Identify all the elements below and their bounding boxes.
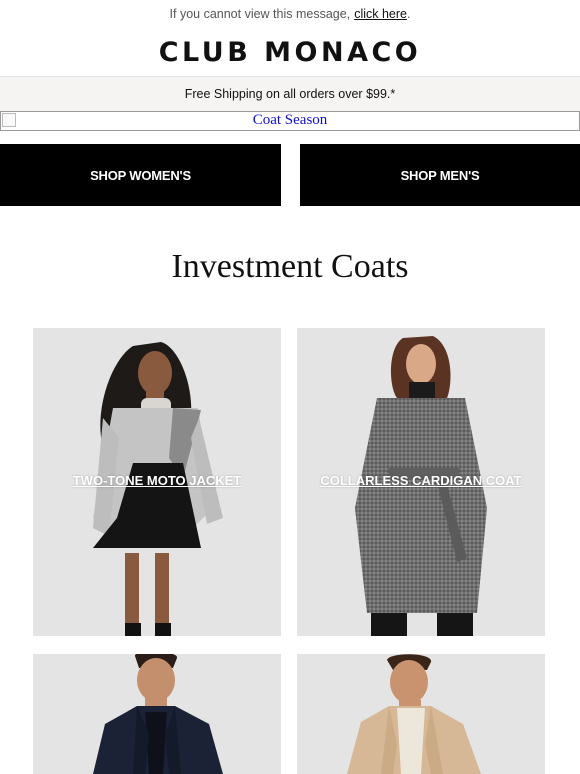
product-tile-cardigan-coat[interactable]: COLLARLESS CARDIGAN COAT — [297, 328, 545, 636]
shipping-banner: Free Shipping on all orders over $99.* — [0, 76, 580, 112]
view-online-link[interactable]: click here — [354, 7, 407, 21]
product-label-cardigan-coat[interactable]: COLLARLESS CARDIGAN COAT — [297, 473, 545, 488]
hero-image[interactable]: Coat Season — [0, 111, 580, 131]
product-tile-moto-jacket[interactable]: TWO-TONE MOTO JACKET — [33, 328, 281, 636]
preheader: If you cannot view this message, click h… — [0, 0, 580, 28]
product-image-mens-navy-coat — [33, 654, 281, 774]
brand-logo[interactable]: CLUB MONACO — [0, 28, 580, 76]
preheader-end: . — [406, 7, 411, 21]
product-tile-mens-navy-coat[interactable] — [33, 654, 281, 774]
shop-mens-button[interactable]: SHOP MEN'S — [300, 144, 580, 206]
preheader-text: If you cannot view this message, — [169, 7, 351, 21]
shop-buttons: SHOP WOMEN'S SHOP MEN'S — [0, 144, 580, 206]
section-title: Investment Coats — [171, 248, 409, 285]
product-label-moto-jacket[interactable]: TWO-TONE MOTO JACKET — [33, 473, 281, 488]
product-image-mens-camel-coat — [297, 654, 545, 774]
hero-alt-text: Coat Season — [252, 112, 328, 128]
product-tile-mens-camel-coat[interactable] — [297, 654, 545, 774]
shop-womens-button[interactable]: SHOP WOMEN'S — [0, 144, 281, 206]
